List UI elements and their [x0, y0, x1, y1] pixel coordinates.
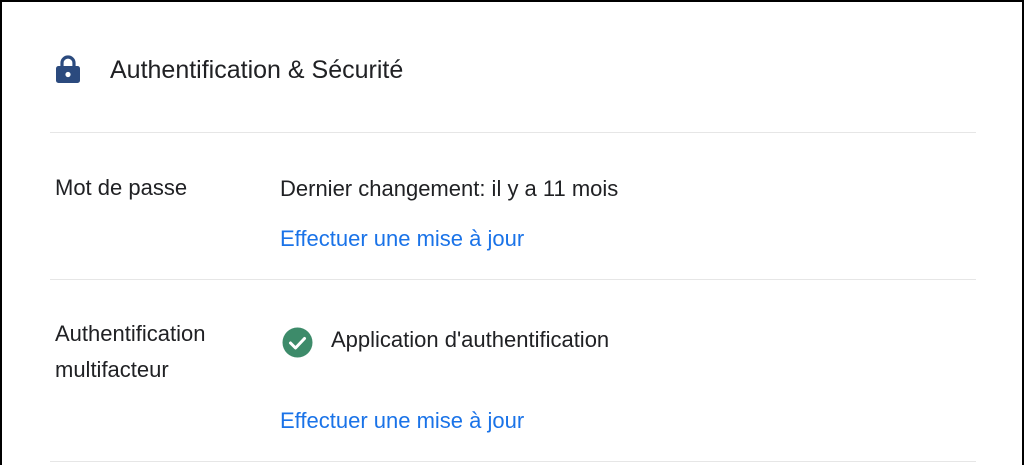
password-label: Mot de passe [55, 175, 188, 200]
password-status: Dernier changement: il y a 11 mois [280, 176, 619, 201]
mfa-update-link[interactable]: Effectuer une mise à jour [280, 406, 524, 436]
mfa-label-line1: Authentification [55, 321, 206, 346]
security-card: Authentification & Sécurité Mot de passe… [0, 0, 1024, 465]
password-update-link[interactable]: Effectuer une mise à jour [280, 224, 524, 254]
mfa-label-line2: multifacteur [55, 357, 169, 382]
check-circle-icon [282, 327, 313, 358]
mfa-status: Application d'authentification [331, 327, 610, 352]
lock-icon [55, 54, 81, 84]
header-divider [50, 132, 976, 133]
section-title: Authentification & Sécurité [110, 56, 404, 84]
mfa-divider [50, 461, 976, 462]
section-header: Authentification & Sécurité [2, 2, 1022, 134]
password-divider [50, 279, 976, 280]
